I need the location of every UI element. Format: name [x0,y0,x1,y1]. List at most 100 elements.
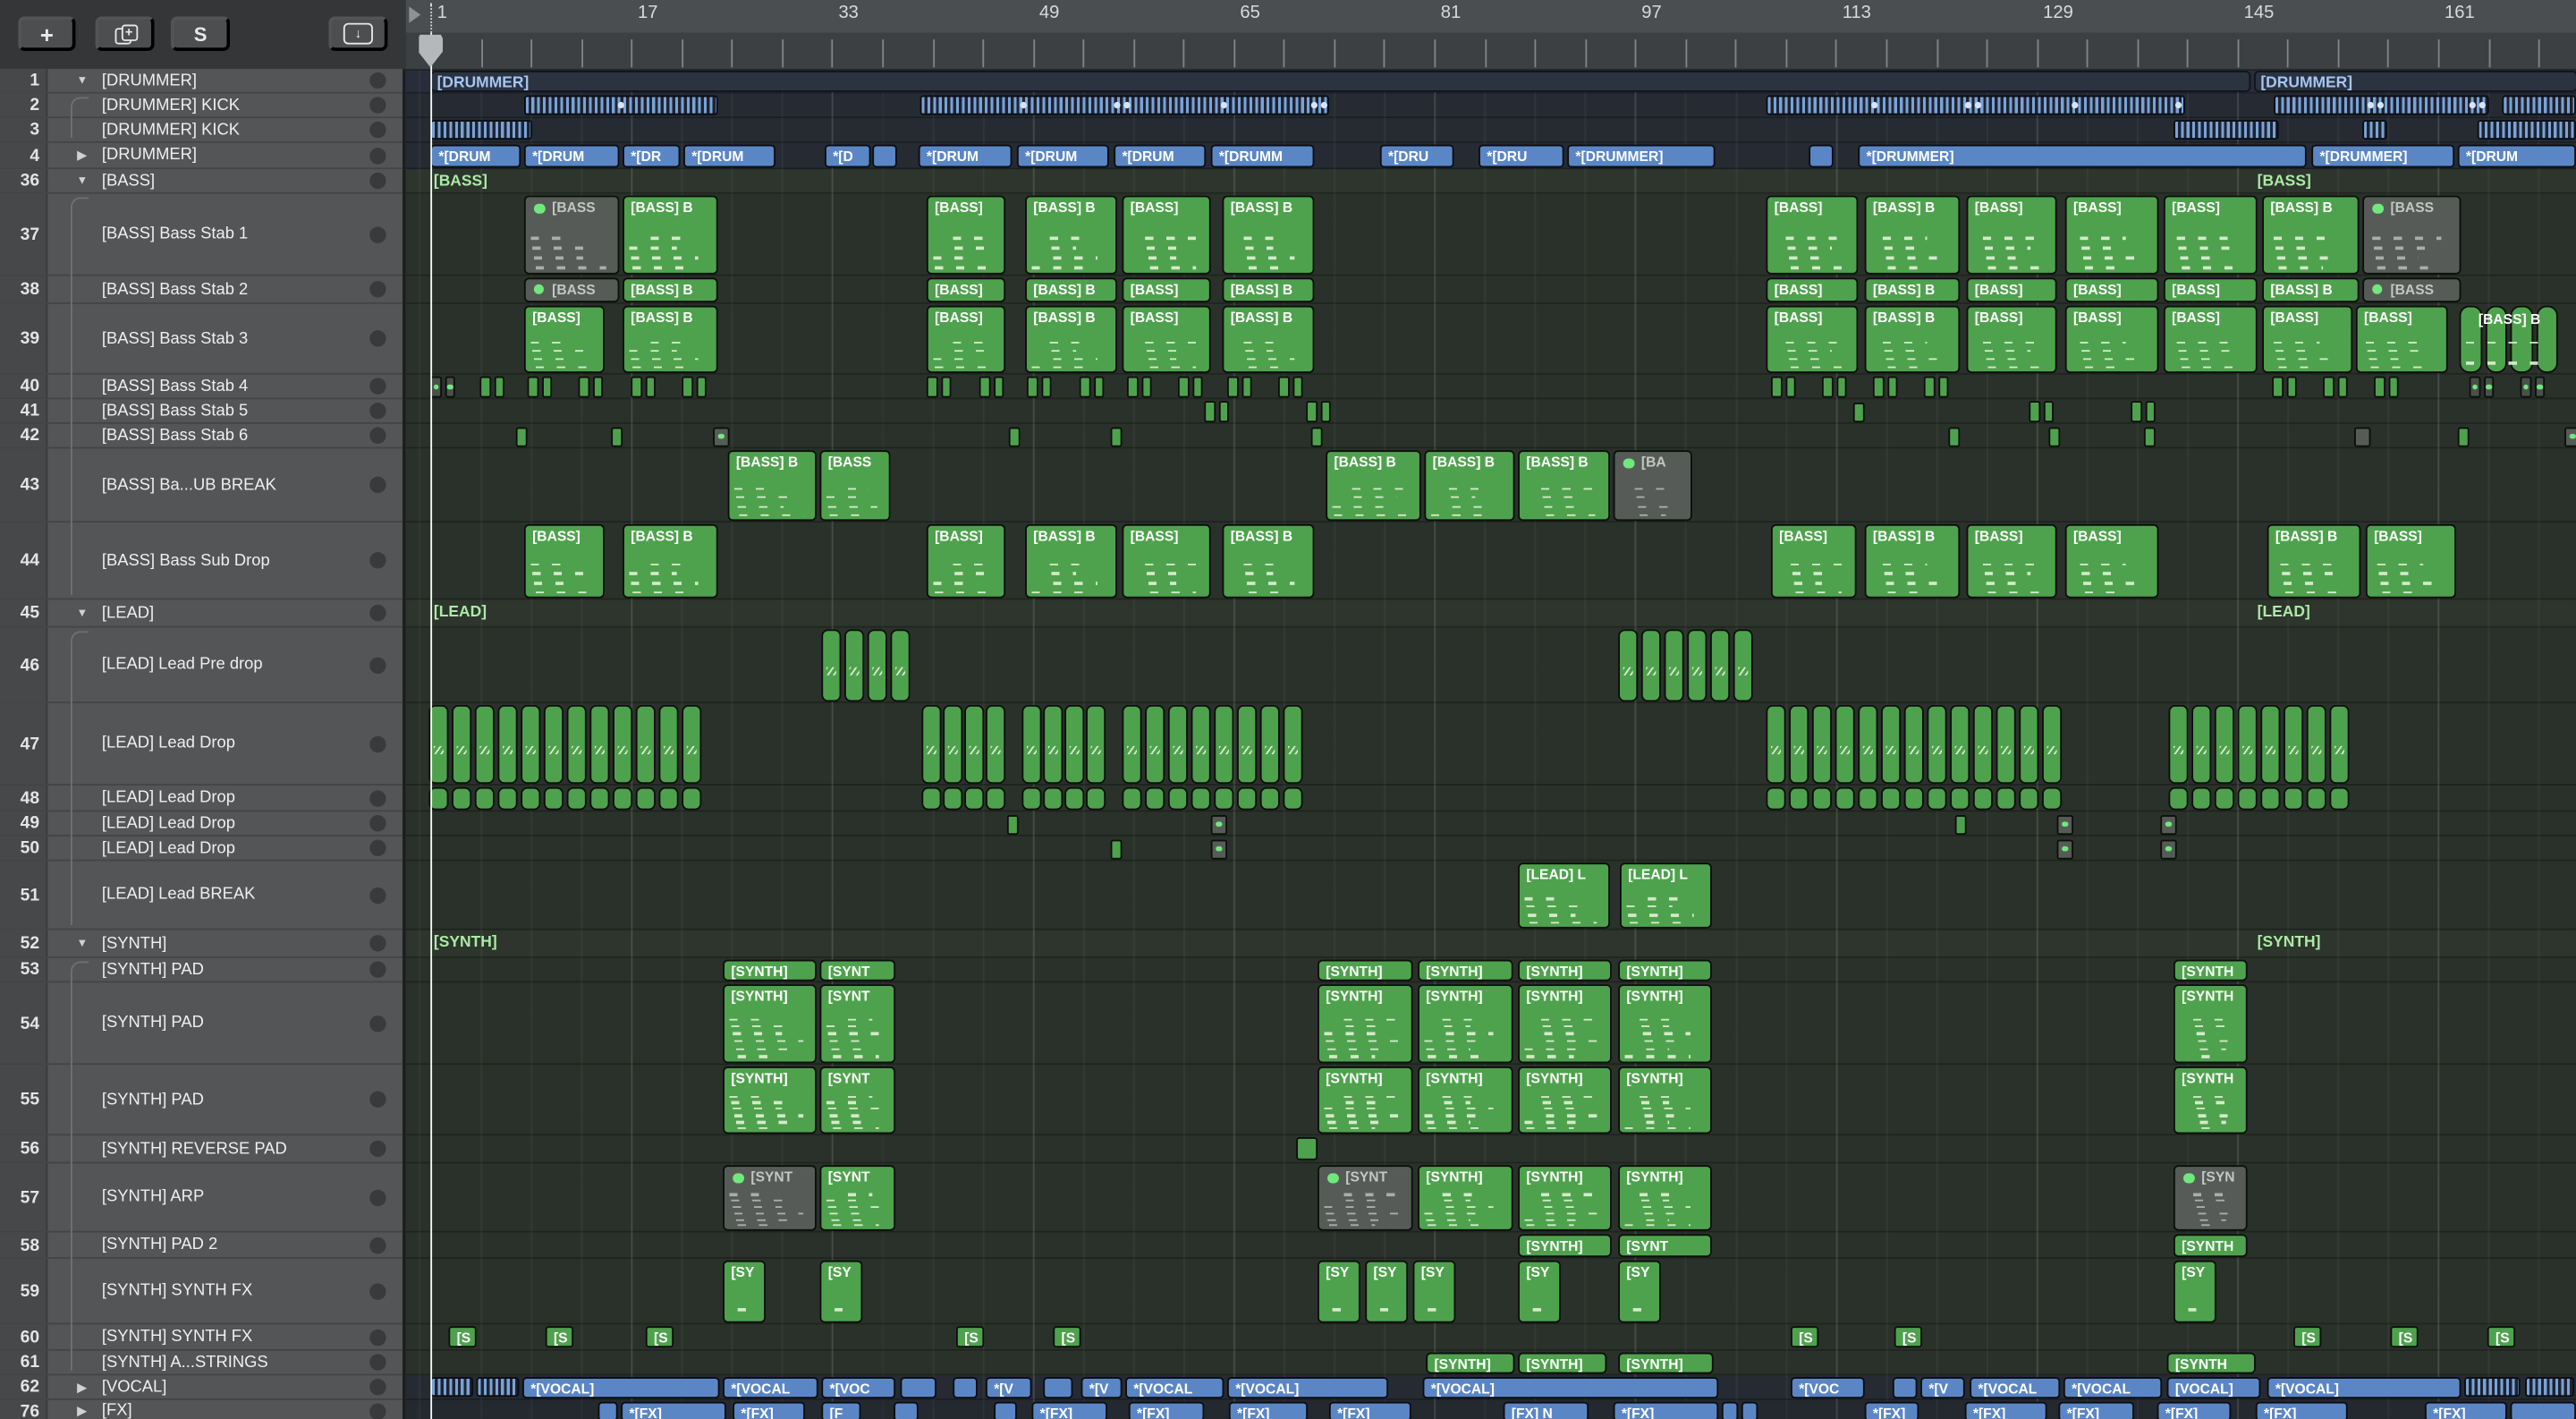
track-header-row[interactable]: 51 [LEAD] Lead BREAK [0,861,402,930]
arrange-area[interactable]: [DRUMMER] [DRUMMER] *[DRUM *[DRUM *[DR *[DRUM… [405,69,2576,1419]
solo-button[interactable]: S [171,16,231,51]
lead-strip-region[interactable] [1858,704,1878,784]
note-pair-region[interactable] [1306,401,1332,423]
midi-region[interactable]: [BASS] B [1025,276,1117,302]
drummer-region[interactable] [1809,143,1834,167]
lead-strip-region[interactable] [1789,704,1809,784]
midi-region[interactable]: [BASS] [1770,523,1857,598]
arrange-track-lane[interactable]: [LEAD] [LEAD] [405,599,2576,628]
note-pair-region[interactable] [527,376,554,398]
lead-strip-region[interactable] [1789,786,1809,810]
add-track-button[interactable]: + [18,16,76,51]
midi-region[interactable]: [BASS] [2064,276,2159,302]
track-header-row[interactable]: 49 [LEAD] Lead Drop [0,811,402,837]
midi-region[interactable]: [BASS] [2064,194,2159,274]
arrange-track-lane[interactable]: [SYNTH] [SYNT [SYNTH [405,1232,2576,1259]
track-mute-circle[interactable] [369,147,386,164]
lead-strip-region[interactable] [1950,704,1970,784]
synth-fx-region[interactable]: [SY [2173,1259,2216,1322]
synth-fx-region[interactable]: [S [2487,1326,2516,1348]
drummer-region[interactable]: *[DRUM [430,143,521,167]
lead-strip-region[interactable] [474,786,495,810]
audio-region[interactable] [2362,120,2387,140]
lead-strip-region[interactable] [1167,704,1188,784]
midi-region[interactable]: [BASS] [523,304,605,373]
hide-tracks-button[interactable]: ↓ [328,16,388,51]
drummer-region[interactable]: *[FX] [621,1400,726,1419]
midi-region[interactable]: [BASS] [926,276,1006,302]
midi-region[interactable]: [SYNT [1318,1164,1413,1230]
arrange-track-lane[interactable]: *[DRUM *[DRUM *[DR *[DRUM *[D *[DRUM *[DRUM *[D… [405,142,2576,170]
bar-ruler-ticks[interactable] [405,32,2576,71]
arrange-track-lane[interactable] [405,118,2576,143]
drummer-region[interactable]: *[FX] [1964,1400,2047,1419]
lead-strip-region[interactable] [521,786,541,810]
midi-region[interactable]: [BASS] [1122,276,1211,302]
lead-strip-region[interactable] [1191,786,1211,810]
midi-region[interactable]: [SYNT [819,1164,896,1230]
disclosure-down-icon[interactable]: ▼ [72,930,92,956]
note-block-region[interactable] [2354,426,2371,446]
lead-strip-region[interactable] [658,704,679,784]
track-header-row[interactable]: 54 [SYNTH] PAD [0,982,402,1066]
track-header-row[interactable]: 62 ▶ [VOCAL] [0,1375,402,1400]
lead-strip-region[interactable] [1766,704,1786,784]
lead-strip-region[interactable] [1086,704,1106,784]
synth-fx-region[interactable]: [SY [1318,1259,1360,1322]
midi-region[interactable]: [BASS] B [1222,276,1315,302]
drummer-region[interactable]: *[VOCAL] [2267,1376,2462,1398]
lead-strip-region[interactable] [1122,704,1142,784]
track-header-row[interactable]: 41 [BASS] Bass Stab 5 [0,399,402,424]
track-header-row[interactable]: 2 [DRUMMER] KICK [0,93,402,119]
lead-strip-region[interactable] [497,786,518,810]
midi-region[interactable]: [BASS] B [1864,194,1961,274]
arrange-track-lane[interactable] [405,1135,2576,1164]
lead-strip-region[interactable] [1687,628,1707,701]
drummer-region[interactable]: *[DRUM [523,143,620,167]
synth-fx-region[interactable]: [S [1894,1326,1922,1348]
lead-strip-region[interactable] [1259,786,1280,810]
midi-region[interactable]: [SYNTH] [1318,983,1413,1063]
arrange-track-lane[interactable]: *[VOCAL] *[VOCAL *[VOC *[V *[V *[VOCAL *[VOCAL… [405,1375,2576,1400]
note-pair-region[interactable] [1872,376,1899,398]
synth-fx-region[interactable]: [SY [1365,1259,1409,1322]
midi-region[interactable]: [BASS] B [1025,304,1117,373]
lead-strip-region[interactable] [921,704,942,784]
track-mute-circle[interactable] [369,1328,386,1346]
note-pair-region[interactable] [2520,376,2546,398]
lead-strip-region[interactable] [682,786,702,810]
lead-strip-region[interactable] [2019,704,2039,784]
note-pair-region[interactable] [2374,376,2400,398]
arrange-track-lane[interactable] [405,93,2576,119]
midi-region[interactable]: [BASS] [1966,194,2057,274]
note-pair-region[interactable] [1227,376,1253,398]
looped-midi-region[interactable]: [BASS] B [2459,304,2560,373]
midi-region[interactable]: [SYNT [819,983,896,1063]
track-header-row[interactable]: 42 [BASS] Bass Stab 6 [0,423,402,449]
track-header-row[interactable]: 38 [BASS] Bass Stab 2 [0,276,402,304]
track-mute-circle[interactable] [369,330,386,347]
note-pair-region[interactable] [1026,376,1053,398]
midi-region[interactable]: [SYNTH [2173,983,2248,1063]
midi-region[interactable]: [BASS] B [1025,194,1117,274]
folder-region[interactable]: [DRUMMER] [430,70,2251,91]
midi-region[interactable]: [BASS] B [1518,449,1610,521]
lead-strip-region[interactable] [1145,786,1165,810]
drummer-region[interactable]: *[DRU [1479,143,1564,167]
arrange-track-lane[interactable] [405,423,2576,449]
drummer-region[interactable]: *[FX] [2058,1400,2134,1419]
lead-strip-region[interactable] [2191,786,2212,810]
midi-region[interactable]: [BASS] B [623,304,718,373]
drummer-region[interactable] [953,1376,978,1398]
midi-region[interactable]: [BASS] [1122,523,1211,598]
drummer-region[interactable]: *[VOCAL] [1227,1376,1389,1398]
midi-region[interactable]: [BASS] [926,194,1006,274]
disclosure-down-icon[interactable]: ▼ [72,69,92,92]
track-mute-circle[interactable] [369,402,386,420]
track-header-row[interactable]: 50 [LEAD] Lead Drop [0,836,402,862]
midi-region[interactable]: [BASS] B [1326,449,1421,521]
lead-strip-region[interactable] [1237,786,1258,810]
track-mute-circle[interactable] [369,789,386,806]
drummer-region[interactable]: *[FX] [2425,1400,2507,1419]
lead-strip-region[interactable] [1237,704,1258,784]
